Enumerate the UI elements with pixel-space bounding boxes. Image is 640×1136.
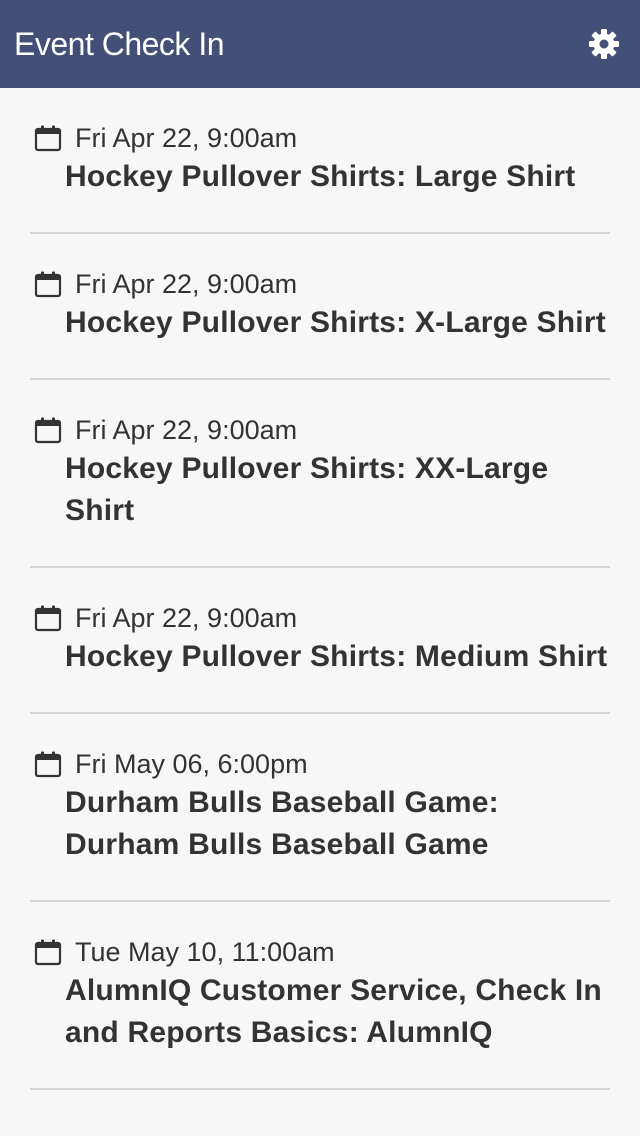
event-item[interactable]: Fri Apr 22, 9:00am Hockey Pullover Shirt… — [30, 380, 610, 568]
event-title: Hockey Pullover Shirts: Medium Shirt — [65, 640, 608, 673]
event-title: Durham Bulls Baseball Game: Durham Bulls… — [65, 786, 499, 861]
event-date: Tue May 10, 11:00am — [75, 936, 335, 967]
event-date: Fri May 06, 6:00pm — [75, 748, 308, 779]
event-date-row: Fri Apr 22, 9:00am — [33, 602, 610, 634]
calendar-icon — [33, 937, 63, 967]
event-date: Fri Apr 22, 9:00am — [75, 414, 298, 445]
calendar-icon — [33, 749, 63, 779]
event-list: Fri Apr 22, 9:00am Hockey Pullover Shirt… — [0, 88, 640, 1090]
event-item[interactable]: Fri Apr 22, 9:00am Hockey Pullover Shirt… — [30, 568, 610, 714]
event-item[interactable]: Fri Apr 22, 9:00am Hockey Pullover Shirt… — [30, 88, 610, 234]
app-header: Event Check In — [0, 0, 640, 88]
app: Event Check In Fri Apr 22, 9:00am Hockey… — [0, 0, 640, 1136]
calendar-icon — [33, 269, 63, 299]
event-title: Hockey Pullover Shirts: Large Shirt — [65, 160, 576, 193]
event-title: AlumnIQ Customer Service, Check In and R… — [65, 974, 602, 1049]
event-item[interactable]: Fri May 06, 6:00pm Durham Bulls Baseball… — [30, 714, 610, 902]
calendar-icon — [33, 123, 63, 153]
event-date: Fri Apr 22, 9:00am — [75, 268, 298, 299]
event-date-row: Fri May 06, 6:00pm — [33, 748, 610, 780]
event-date: Fri Apr 22, 9:00am — [75, 122, 298, 153]
event-item[interactable]: Fri Apr 22, 9:00am Hockey Pullover Shirt… — [30, 234, 610, 380]
gear-icon[interactable] — [587, 27, 621, 61]
calendar-icon — [33, 603, 63, 633]
page-title: Event Check In — [14, 26, 225, 62]
event-title: Hockey Pullover Shirts: XX-Large Shirt — [65, 452, 549, 527]
event-date-row: Fri Apr 22, 9:00am — [33, 268, 610, 300]
event-title: Hockey Pullover Shirts: X-Large Shirt — [65, 306, 606, 339]
event-item[interactable]: Tue May 10, 11:00am AlumnIQ Customer Ser… — [30, 902, 610, 1090]
event-date: Fri Apr 22, 9:00am — [75, 602, 298, 633]
event-date-row: Fri Apr 22, 9:00am — [33, 414, 610, 446]
event-date-row: Tue May 10, 11:00am — [33, 936, 610, 968]
calendar-icon — [33, 415, 63, 445]
event-date-row: Fri Apr 22, 9:00am — [33, 122, 610, 154]
